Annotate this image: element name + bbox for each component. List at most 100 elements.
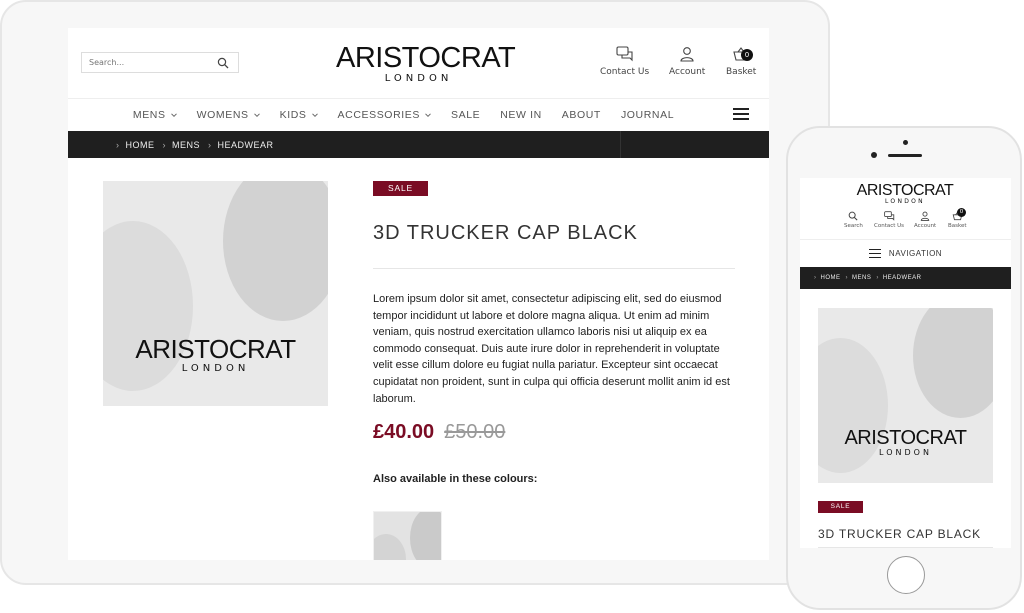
contact-us-link[interactable]: Contact Us xyxy=(874,211,904,229)
nav-item-label: WOMENS xyxy=(196,109,249,121)
image-logo-wordmark: ARISTOCRAT xyxy=(844,427,967,449)
colour-swatch[interactable] xyxy=(373,511,442,560)
contact-us-link[interactable]: Contact Us xyxy=(600,46,649,77)
account-link[interactable]: Account xyxy=(669,46,705,77)
search-link[interactable]: Search xyxy=(844,211,863,229)
contact-us-label: Contact Us xyxy=(600,67,650,77)
image-logo: ARISTOCRAT LONDON xyxy=(818,428,993,457)
nav-item-sale[interactable]: SALE xyxy=(441,109,490,121)
breadcrumb-home[interactable]: › HOME xyxy=(116,140,155,150)
nav-item-label: NEW IN xyxy=(500,109,542,121)
chevron-right-icon: › xyxy=(814,275,817,281)
user-icon xyxy=(920,211,930,221)
product-price: £40.00 £50.00 xyxy=(373,421,505,444)
tablet-screen: ARISTOCRAT LONDON Contact Us Account xyxy=(68,28,769,560)
chevron-down-icon xyxy=(425,113,431,118)
nav-item-label: SALE xyxy=(451,109,481,121)
product-title: 3D TRUCKER CAP BLACK xyxy=(818,527,981,541)
chevron-right-icon: › xyxy=(162,139,166,150)
original-price: £50.00 xyxy=(444,421,506,443)
nav-item-label: ACCESSORIES xyxy=(337,109,420,121)
search-input[interactable] xyxy=(89,58,209,67)
phone-screen: ARISTOCRAT LONDON Search Contact Us Acco… xyxy=(800,178,1011,548)
sale-badge: SALE xyxy=(818,501,863,513)
basket-label: Basket xyxy=(948,223,967,229)
site-logo[interactable]: ARISTOCRAT LONDON xyxy=(855,183,955,205)
product-image[interactable]: ARISTOCRAT LONDON xyxy=(818,308,993,483)
nav-item-label: JOURNAL xyxy=(620,109,675,121)
model-silhouette-right xyxy=(223,181,328,321)
search-box[interactable] xyxy=(81,52,239,73)
basket-link[interactable]: Basket 0 xyxy=(948,208,967,229)
site-logo[interactable]: ARISTOCRAT LONDON xyxy=(336,42,516,84)
breadcrumb-headwear[interactable]: › HEADWEAR xyxy=(876,275,921,281)
product-image[interactable]: ARISTOCRAT LONDON xyxy=(103,181,328,406)
navigation-label: NAVIGATION xyxy=(888,249,943,258)
logo-subtitle: LONDON xyxy=(885,198,925,205)
search-icon[interactable] xyxy=(217,57,229,69)
image-logo-subtitle: LONDON xyxy=(879,448,932,457)
chevron-right-icon: › xyxy=(845,275,848,281)
user-icon xyxy=(680,47,694,62)
nav-item-mens[interactable]: MENS xyxy=(123,109,187,121)
image-logo-subtitle: LONDON xyxy=(181,363,250,374)
chevron-right-icon: › xyxy=(876,275,879,281)
nav-item-label: MENS xyxy=(132,109,166,121)
nav-item-accessories[interactable]: ACCESSORIES xyxy=(328,109,441,121)
chat-icon xyxy=(883,211,894,221)
nav-items: MENS WOMENS KIDS ACCESSORIES SALE NEW IN… xyxy=(123,109,684,121)
breadcrumb-mens[interactable]: › MENS xyxy=(163,140,201,150)
site-header: ARISTOCRAT LONDON Contact Us Account xyxy=(68,28,769,98)
nav-item-journal[interactable]: JOURNAL xyxy=(611,109,684,121)
current-price: £40.00 xyxy=(373,421,435,443)
chevron-right-icon: › xyxy=(208,139,212,150)
basket-label: Basket xyxy=(726,67,757,77)
chevron-right-icon: › xyxy=(116,139,120,150)
breadcrumb-label: MENS xyxy=(852,275,872,281)
nav-item-new-in[interactable]: NEW IN xyxy=(490,109,552,121)
colours-heading: Also available in these colours: xyxy=(373,473,538,485)
account-label: Account xyxy=(914,223,937,229)
nav-item-label: KIDS xyxy=(279,109,307,121)
swatch-silhouette-left xyxy=(374,534,406,560)
menu-hamburger-icon[interactable] xyxy=(733,108,749,121)
logo-subtitle: LONDON xyxy=(384,73,453,84)
breadcrumb-headwear[interactable]: › HEADWEAR xyxy=(208,140,274,150)
breadcrumb-label: HEADWEAR xyxy=(217,139,274,150)
phone-home-button[interactable] xyxy=(887,556,925,594)
chevron-down-icon xyxy=(170,113,177,118)
logo-wordmark: ARISTOCRAT xyxy=(336,42,516,74)
account-link[interactable]: Account xyxy=(914,211,936,229)
menu-hamburger-icon xyxy=(868,248,881,259)
tablet-device-frame: ARISTOCRAT LONDON Contact Us Account xyxy=(0,0,830,585)
sale-badge: SALE xyxy=(373,181,428,196)
breadcrumb-label: HOME xyxy=(125,139,155,150)
nav-item-kids[interactable]: KIDS xyxy=(270,109,328,121)
chevron-down-icon xyxy=(253,113,260,118)
nav-item-label: ABOUT xyxy=(561,109,601,121)
main-navigation: MENS WOMENS KIDS ACCESSORIES SALE NEW IN… xyxy=(68,98,769,131)
phone-front-sensor xyxy=(871,152,877,158)
mobile-navigation-toggle[interactable]: NAVIGATION xyxy=(800,239,1011,267)
basket-count-badge: 0 xyxy=(957,208,966,217)
logo-wordmark: ARISTOCRAT xyxy=(856,182,954,199)
breadcrumb-label: MENS xyxy=(172,139,201,150)
breadcrumb-label: HEADWEAR xyxy=(882,275,922,281)
breadcrumb-mens[interactable]: › MENS xyxy=(846,275,872,281)
chat-icon xyxy=(616,46,633,62)
breadcrumb-home[interactable]: › HOME xyxy=(814,275,841,281)
chevron-down-icon xyxy=(311,113,318,118)
search-icon xyxy=(849,211,859,221)
swatch-silhouette-right xyxy=(410,512,441,560)
phone-speaker xyxy=(888,154,922,157)
basket-count-badge: 0 xyxy=(741,49,753,61)
contact-us-label: Contact Us xyxy=(874,223,905,229)
breadcrumb-divider xyxy=(620,131,621,158)
product-title: 3D TRUCKER CAP BLACK xyxy=(373,222,638,244)
nav-item-about[interactable]: ABOUT xyxy=(552,109,611,121)
breadcrumb: › HOME › MENS › HEADWEAR xyxy=(800,267,1011,289)
image-logo: ARISTOCRAT LONDON xyxy=(103,336,328,374)
account-label: Account xyxy=(669,67,706,77)
nav-item-womens[interactable]: WOMENS xyxy=(187,109,270,121)
basket-link[interactable]: Basket 0 xyxy=(726,46,756,77)
